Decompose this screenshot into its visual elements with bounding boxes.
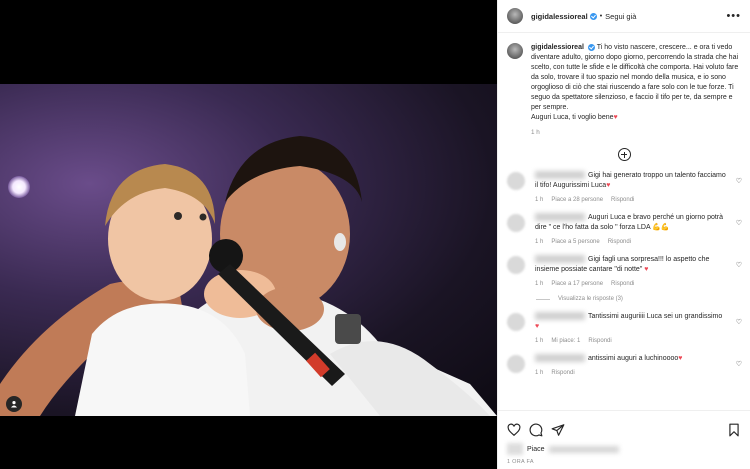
caption-text: gigidalessioreal Ti ho visto nascere, cr…: [531, 43, 741, 123]
post-caption: gigidalessioreal Ti ho visto nascere, cr…: [498, 33, 750, 136]
comment-item: antissimi auguri a luchinoooo♥ 1 h Rispon…: [498, 354, 750, 376]
comment-like-heart-icon[interactable]: ♡: [736, 360, 742, 368]
comment-time: 1 h: [535, 338, 544, 344]
comment-meta: 1 h Mi piace: 1 Rispondi: [535, 338, 727, 344]
post-actions-bar: Piace 1 ORA FA: [498, 410, 750, 469]
comment-time: 1 h: [535, 239, 544, 245]
commenter-username[interactable]: [535, 171, 585, 180]
caption-time: 1 h: [531, 129, 540, 136]
comment-likes[interactable]: Piace a 17 persone: [551, 281, 603, 287]
verified-badge-icon: [587, 43, 595, 51]
post-side-panel: gigidalessioreal • Segui già ••• gigidal…: [497, 0, 750, 469]
bookmark-icon[interactable]: [727, 423, 741, 437]
post-media-pane: [0, 0, 497, 469]
likes-summary[interactable]: Piace: [498, 437, 750, 455]
commenter-username[interactable]: [535, 312, 585, 321]
commenter-username[interactable]: [535, 255, 585, 264]
view-replies-button[interactable]: Visualizza le risposte (3): [536, 296, 750, 302]
comment-icon[interactable]: [529, 423, 543, 437]
heart-emoji-icon: ♥: [606, 182, 611, 189]
liker-avatar: [507, 443, 523, 455]
caption-body-text: Ti ho visto nascere, crescere... e ora t…: [531, 44, 739, 121]
verified-badge-icon: [589, 12, 597, 20]
separator-dot: •: [599, 12, 603, 20]
commenter-avatar[interactable]: [507, 313, 525, 331]
comment-like-heart-icon[interactable]: ♡: [736, 219, 742, 227]
comment-like-heart-icon[interactable]: ♡: [736, 261, 742, 269]
caption-author-avatar[interactable]: [507, 43, 523, 59]
comment-time: 1 h: [535, 281, 544, 287]
likes-prefix: Piace: [527, 445, 545, 453]
likes-names-blurred[interactable]: [548, 445, 619, 453]
commenter-avatar[interactable]: [507, 172, 525, 190]
reply-button[interactable]: Rispondi: [608, 239, 631, 245]
comment-text: antissimi auguri a luchinoooo♥: [535, 354, 727, 364]
comment-item: Auguri Luca e bravo perché un giorno pot…: [498, 213, 750, 245]
comment-likes[interactable]: Piace a 28 persone: [551, 197, 603, 203]
comment-text: Auguri Luca e bravo perché un giorno pot…: [535, 213, 724, 231]
muscle-emoji-icon: 💪💪: [652, 224, 670, 231]
commenter-avatar[interactable]: [507, 214, 525, 232]
post-header: gigidalessioreal • Segui già •••: [498, 0, 750, 33]
comment-item: Gigi hai generato troppo un talento facc…: [498, 171, 750, 203]
caption-username[interactable]: gigidalessioreal: [531, 44, 584, 51]
post-timestamp: 1 ORA FA: [507, 459, 534, 465]
more-options-icon[interactable]: •••: [726, 10, 741, 22]
comment-time: 1 h: [535, 370, 544, 376]
add-circle-icon[interactable]: [617, 148, 631, 161]
comments-scroll-area[interactable]: gigidalessioreal Ti ho visto nascere, cr…: [498, 33, 750, 410]
action-icons-row: [498, 411, 750, 437]
commenter-username[interactable]: [535, 213, 585, 222]
comment-time: 1 h: [535, 197, 544, 203]
share-icon[interactable]: [551, 423, 565, 437]
comment-likes[interactable]: Piace a 5 persone: [551, 239, 599, 245]
comment-meta: 1 h Rispondi: [535, 370, 727, 376]
comment-text: Gigi hai generato troppo un talento facc…: [535, 171, 726, 189]
post-photo[interactable]: [0, 84, 497, 416]
comment-text: Gigi fagli una sorpresa!!! lo aspetto ch…: [535, 255, 710, 273]
photo-illustration: [0, 136, 497, 416]
heart-emoji-icon: ♥: [535, 323, 540, 330]
reply-button[interactable]: Rispondi: [588, 338, 611, 344]
comment-like-heart-icon[interactable]: ♡: [736, 177, 742, 185]
comment-meta: 1 h Piace a 28 persone Rispondi: [535, 197, 727, 203]
comment-meta: 1 h Piace a 17 persone Rispondi: [535, 281, 727, 287]
comment-like-heart-icon[interactable]: ♡: [736, 318, 742, 326]
reply-button[interactable]: Rispondi: [611, 197, 634, 203]
reply-button[interactable]: Rispondi: [551, 370, 574, 376]
load-more-comments[interactable]: [498, 148, 750, 161]
commenter-username[interactable]: [535, 354, 585, 363]
commenter-avatar[interactable]: [507, 355, 525, 373]
comment-item: Gigi fagli una sorpresa!!! lo aspetto ch…: [498, 255, 750, 287]
comment-item: Tantissimi auguriiii Luca sei un grandis…: [498, 312, 750, 344]
author-username[interactable]: gigidalessioreal: [531, 12, 588, 21]
comment-meta: 1 h Piace a 5 persone Rispondi: [535, 239, 727, 245]
follow-status-button[interactable]: Segui già: [605, 12, 636, 21]
commenter-avatar[interactable]: [507, 256, 525, 274]
comment-text: Tantissimi auguriiii Luca sei un grandis…: [535, 312, 723, 330]
heart-icon[interactable]: [507, 423, 521, 437]
heart-emoji-icon: ♥: [644, 266, 649, 273]
reply-button[interactable]: Rispondi: [611, 281, 634, 287]
author-avatar[interactable]: [507, 8, 523, 24]
heart-emoji-icon: ♥: [678, 355, 683, 362]
heart-emoji-icon: ♥: [613, 114, 618, 121]
person-tag-icon[interactable]: [6, 396, 22, 412]
comment-likes[interactable]: Mi piace: 1: [551, 338, 580, 344]
